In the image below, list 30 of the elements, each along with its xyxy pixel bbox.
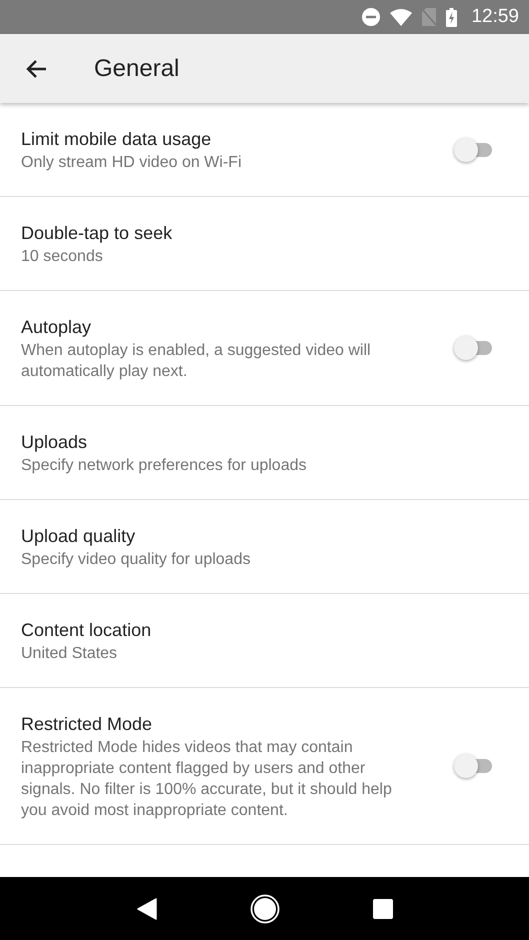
screen-title: General bbox=[94, 54, 180, 82]
setting-description: Specify network preferences for uploads bbox=[21, 456, 308, 476]
setting-description: Only stream HD video on Wi-Fi bbox=[21, 153, 242, 173]
setting-title: Restricted Mode bbox=[21, 713, 154, 736]
setting-description: United States bbox=[21, 644, 118, 664]
wifi-icon bbox=[390, 8, 412, 26]
do-not-disturb-icon bbox=[362, 8, 380, 26]
settings-item[interactable]: Uploads Specify network preferences for uploads bbox=[0, 406, 529, 500]
setting-title: Content location bbox=[21, 619, 152, 642]
setting-title: Upload quality bbox=[21, 525, 136, 548]
settings-item[interactable]: Double-tap to seek 10 seconds bbox=[0, 197, 529, 291]
settings-item[interactable]: Content location United States bbox=[0, 594, 529, 688]
setting-description: Specify video quality for uploads bbox=[21, 550, 252, 570]
setting-title: Uploads bbox=[21, 431, 88, 454]
clock: 12:59 bbox=[471, 6, 519, 28]
setting-title: Autoplay bbox=[21, 316, 92, 339]
setting-title: Limit mobile data usage bbox=[21, 128, 212, 151]
battery-charging-icon bbox=[446, 8, 458, 26]
setting-title: Double-tap to seek bbox=[21, 222, 174, 245]
settings-item[interactable]: Upload quality Specify video quality for uploads bbox=[0, 500, 529, 594]
setting-description: 10 seconds bbox=[21, 247, 104, 267]
settings-item[interactable]: Autoplay When autoplay is enabled, a suggested video will automatically play next. bbox=[0, 291, 529, 406]
settings-item[interactable]: Limit mobile data usage Only stream HD video on Wi-Fi bbox=[0, 103, 529, 197]
home-icon[interactable] bbox=[250, 894, 280, 924]
setting-description: When autoplay is enabled, a suggested video will automatically play next. bbox=[21, 341, 372, 382]
recents-icon[interactable] bbox=[372, 898, 392, 918]
no-sim-icon bbox=[422, 8, 436, 26]
back-arrow-icon[interactable] bbox=[25, 58, 47, 78]
setting-description: Restricted Mode hides videos that may contain inappropriate content flagged by users and other signals. No filter is 100% accurate, but it should help you avoid most inappropriate content. bbox=[21, 738, 393, 821]
back-icon[interactable] bbox=[136, 898, 156, 920]
